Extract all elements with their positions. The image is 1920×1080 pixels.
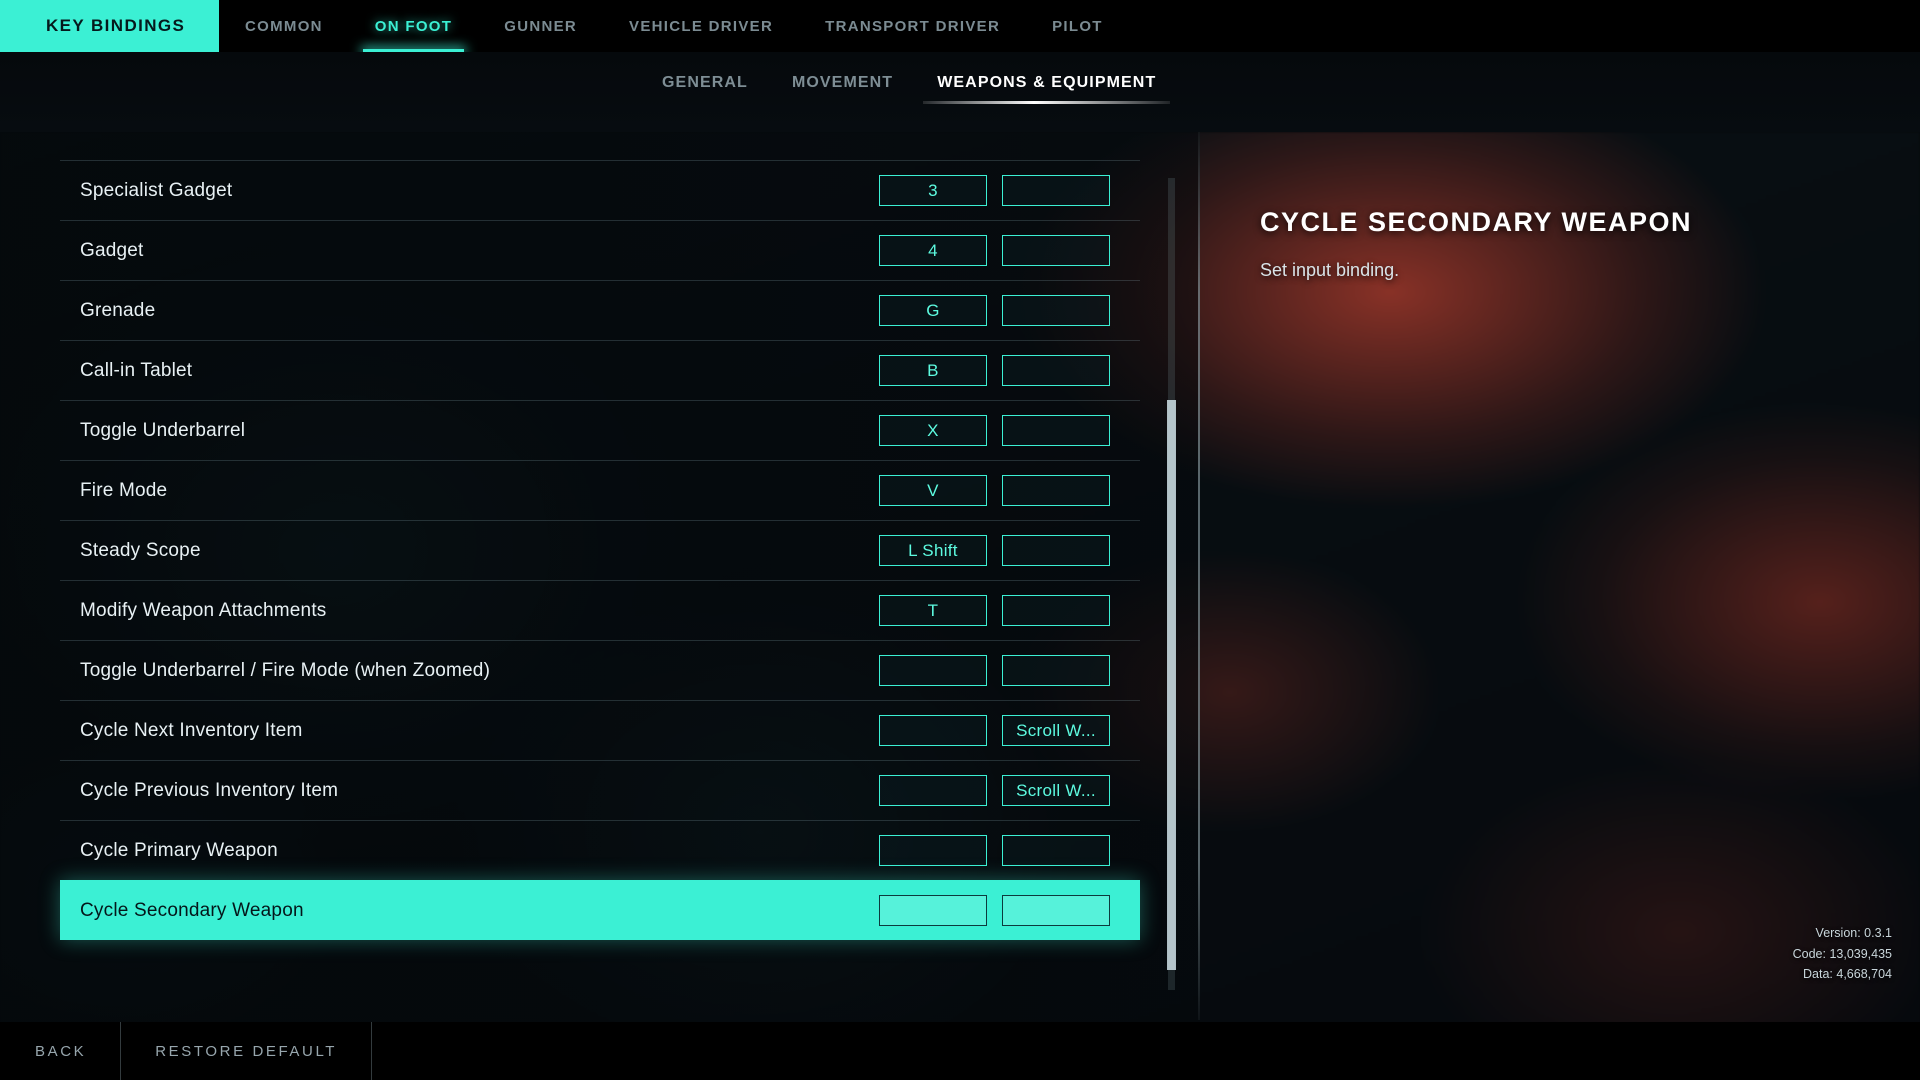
binding-row[interactable]: Specialist Gadget 3 xyxy=(60,160,1140,220)
binding-label: Call-in Tablet xyxy=(80,359,193,381)
sub-tab-general[interactable]: GENERAL xyxy=(640,68,770,104)
binding-label: Gadget xyxy=(80,239,144,261)
binding-label: Toggle Underbarrel xyxy=(80,419,246,441)
code-line: Code: 13,039,435 xyxy=(1792,946,1892,961)
category-tab-common[interactable]: COMMON xyxy=(219,0,349,52)
secondary-binding-slot[interactable] xyxy=(1002,235,1110,266)
binding-row[interactable]: Cycle Previous Inventory Item Scroll W... xyxy=(60,760,1140,820)
data-line: Data: 4,668,704 xyxy=(1803,966,1892,981)
binding-row[interactable]: Fire Mode V xyxy=(60,460,1140,520)
secondary-binding-slot[interactable] xyxy=(1002,475,1110,506)
primary-binding-slot[interactable]: B xyxy=(879,355,987,386)
binding-label: Toggle Underbarrel / Fire Mode (when Zoo… xyxy=(80,659,491,681)
binding-row[interactable]: Call-in Tablet B xyxy=(60,340,1140,400)
detail-description: Set input binding. xyxy=(1260,260,1400,280)
binding-slots: G xyxy=(879,295,1110,326)
binding-slots xyxy=(879,835,1110,866)
secondary-binding-slot[interactable] xyxy=(1002,535,1110,566)
version-line: Version: 0.3.1 xyxy=(1815,926,1892,941)
primary-binding-slot[interactable]: 4 xyxy=(879,235,987,266)
key-bindings-title-chip: KEY BINDINGS xyxy=(0,0,219,52)
secondary-binding-slot[interactable] xyxy=(1002,415,1110,446)
primary-binding-slot[interactable] xyxy=(879,895,987,926)
binding-row[interactable]: Cycle Secondary Weapon xyxy=(60,880,1140,940)
detail-title: CYCLE SECONDARY WEAPON xyxy=(1260,207,1693,237)
secondary-binding-slot[interactable] xyxy=(1002,175,1110,206)
scrollbar-thumb[interactable] xyxy=(1167,400,1176,970)
top-tab-bar: KEY BINDINGS COMMON ON FOOT GUNNER VEHICLE … xyxy=(0,0,1920,52)
binding-slots xyxy=(879,655,1110,686)
binding-row[interactable]: Cycle Next Inventory Item Scroll W... xyxy=(60,700,1140,760)
binding-label: Cycle Previous Inventory Item xyxy=(80,779,339,801)
secondary-binding-slot[interactable] xyxy=(1002,655,1110,686)
bindings-list: Specialist Gadget 3 Gadget 4 Grenade G Call-in… xyxy=(60,160,1140,940)
secondary-binding-slot[interactable] xyxy=(1002,895,1110,926)
primary-binding-slot[interactable]: V xyxy=(879,475,987,506)
binding-label: Grenade xyxy=(80,299,156,321)
category-tabs: COMMON ON FOOT GUNNER VEHICLE DRIVER TRANSPO… xyxy=(219,0,1129,52)
primary-binding-slot[interactable]: L Shift xyxy=(879,535,987,566)
binding-slots: X xyxy=(879,415,1110,446)
binding-slots xyxy=(879,895,1110,926)
bindings-list-container: Specialist Gadget 3 Gadget 4 Grenade G Call-in… xyxy=(0,160,1200,1020)
key-bindings-title: KEY BINDINGS xyxy=(46,16,186,35)
secondary-binding-slot[interactable]: Scroll W... xyxy=(1002,775,1110,806)
primary-binding-slot[interactable]: T xyxy=(879,595,987,626)
binding-row[interactable]: Toggle Underbarrel / Fire Mode (when Zoo… xyxy=(60,640,1140,700)
binding-slots: 4 xyxy=(879,235,1110,266)
category-tab-pilot[interactable]: PILOT xyxy=(1026,0,1129,52)
secondary-binding-slot[interactable] xyxy=(1002,355,1110,386)
detail-panel: CYCLE SECONDARY WEAPON Set input binding… xyxy=(1200,132,1920,1020)
sub-tabs: GENERAL MOVEMENT WEAPONS & EQUIPMENT xyxy=(640,68,1178,104)
binding-slots: V xyxy=(879,475,1110,506)
primary-binding-slot[interactable] xyxy=(879,715,987,746)
secondary-binding-slot[interactable] xyxy=(1002,595,1110,626)
primary-binding-slot[interactable]: G xyxy=(879,295,987,326)
binding-label: Modify Weapon Attachments xyxy=(80,599,327,621)
bottom-action-bar: BACK RESTORE DEFAULT xyxy=(0,1022,1920,1080)
key-bindings-screen: KEY BINDINGS COMMON ON FOOT GUNNER VEHICLE … xyxy=(0,0,1920,1080)
category-tab-transport-driver[interactable]: TRANSPORT DRIVER xyxy=(799,0,1026,52)
binding-row[interactable]: Gadget 4 xyxy=(60,220,1140,280)
primary-binding-slot[interactable]: X xyxy=(879,415,987,446)
binding-slots: L Shift xyxy=(879,535,1110,566)
binding-label: Specialist Gadget xyxy=(80,179,233,201)
category-tab-vehicle-driver[interactable]: VEHICLE DRIVER xyxy=(603,0,799,52)
sub-tab-bar: GENERAL MOVEMENT WEAPONS & EQUIPMENT xyxy=(0,52,1920,132)
binding-slots: 3 xyxy=(879,175,1110,206)
binding-label: Steady Scope xyxy=(80,539,201,561)
primary-binding-slot[interactable] xyxy=(879,655,987,686)
category-tab-gunner[interactable]: GUNNER xyxy=(478,0,603,52)
sub-tab-movement[interactable]: MOVEMENT xyxy=(770,68,915,104)
binding-row[interactable]: Steady Scope L Shift xyxy=(60,520,1140,580)
binding-row[interactable]: Grenade G xyxy=(60,280,1140,340)
category-tab-on-foot[interactable]: ON FOOT xyxy=(349,0,478,52)
secondary-binding-slot[interactable] xyxy=(1002,295,1110,326)
back-button[interactable]: BACK xyxy=(0,1022,122,1080)
binding-row[interactable]: Modify Weapon Attachments T xyxy=(60,580,1140,640)
binding-row[interactable]: Toggle Underbarrel X xyxy=(60,400,1140,460)
secondary-binding-slot[interactable] xyxy=(1002,835,1110,866)
restore-default-button[interactable]: RESTORE DEFAULT xyxy=(121,1022,373,1080)
primary-binding-slot[interactable]: 3 xyxy=(879,175,987,206)
binding-label: Cycle Secondary Weapon xyxy=(80,899,304,921)
version-info: Version: 0.3.1 Code: 13,039,435 Data: 4,… xyxy=(1793,923,1892,984)
binding-row[interactable]: Cycle Primary Weapon xyxy=(60,820,1140,880)
binding-label: Fire Mode xyxy=(80,479,168,501)
binding-label: Cycle Next Inventory Item xyxy=(80,719,303,741)
primary-binding-slot[interactable] xyxy=(879,775,987,806)
binding-label: Cycle Primary Weapon xyxy=(80,839,278,861)
binding-slots: Scroll W... xyxy=(879,715,1110,746)
sub-tab-weapons-equipment[interactable]: WEAPONS & EQUIPMENT xyxy=(915,68,1178,104)
secondary-binding-slot[interactable]: Scroll W... xyxy=(1002,715,1110,746)
binding-slots: Scroll W... xyxy=(879,775,1110,806)
binding-slots: B xyxy=(879,355,1110,386)
primary-binding-slot[interactable] xyxy=(879,835,987,866)
binding-slots: T xyxy=(879,595,1110,626)
